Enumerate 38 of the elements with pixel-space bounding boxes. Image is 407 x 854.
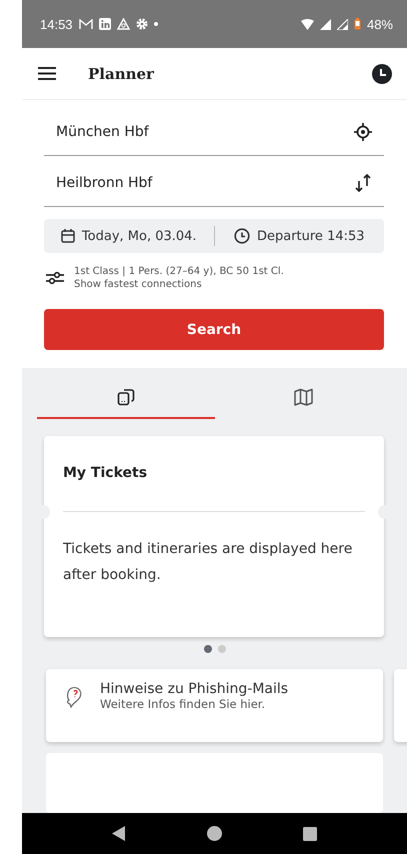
card-text: Tickets and itineraries are displayed here after booking. — [63, 540, 354, 585]
info-card[interactable]: Hinweise zu Phishing-Mails Weitere Infos finden Sie hier. — [46, 669, 383, 742]
recents-icon[interactable] — [302, 826, 317, 840]
card-title: My Tickets — [63, 464, 148, 483]
option-text[interactable]: 1st Class | 1 Pers. (27–64 y), BC 50 1st Cl. — [74, 265, 284, 278]
battery-percent: 48% — [366, 16, 393, 32]
triangle-icon — [116, 18, 130, 30]
page-title: Planner — [88, 64, 155, 82]
card-title: Hinweise zu Phishing-Mails — [100, 681, 288, 697]
back-icon[interactable] — [112, 826, 126, 841]
pager-dot[interactable] — [204, 645, 212, 653]
time-button[interactable]: Departure 14:53 — [214, 219, 384, 253]
mail-icon — [78, 18, 93, 30]
clock-time: 14:53 — [40, 16, 73, 32]
clock-icon — [234, 228, 250, 244]
date-button[interactable]: Today, Mo, 03.04. — [44, 219, 214, 253]
filter-icon[interactable] — [46, 271, 64, 285]
calendar-icon — [60, 229, 75, 243]
home-icon[interactable] — [206, 826, 222, 841]
settings-icon — [136, 18, 148, 30]
from-field[interactable]: München Hbf — [44, 109, 384, 156]
option-text[interactable]: Show fastest connections — [74, 278, 284, 291]
pager-dot[interactable] — [218, 645, 226, 653]
search-button[interactable]: Search — [44, 309, 384, 350]
location-icon[interactable] — [354, 123, 372, 141]
battery-icon — [354, 18, 361, 30]
linkedin-icon — [98, 18, 111, 30]
signal-icon — [320, 18, 331, 30]
swap-icon[interactable] — [354, 174, 372, 192]
ticket-icon — [116, 388, 135, 406]
card-subtitle: Weitere Infos finden Sie hier. — [100, 697, 266, 711]
dot-icon — [154, 22, 158, 26]
clock-icon[interactable] — [372, 64, 392, 84]
menu-icon[interactable] — [38, 67, 56, 80]
map-icon — [294, 388, 313, 406]
signal-icon — [336, 18, 348, 30]
to-field[interactable]: Heilbronn Hbf — [44, 160, 384, 207]
wifi-icon — [300, 18, 314, 30]
